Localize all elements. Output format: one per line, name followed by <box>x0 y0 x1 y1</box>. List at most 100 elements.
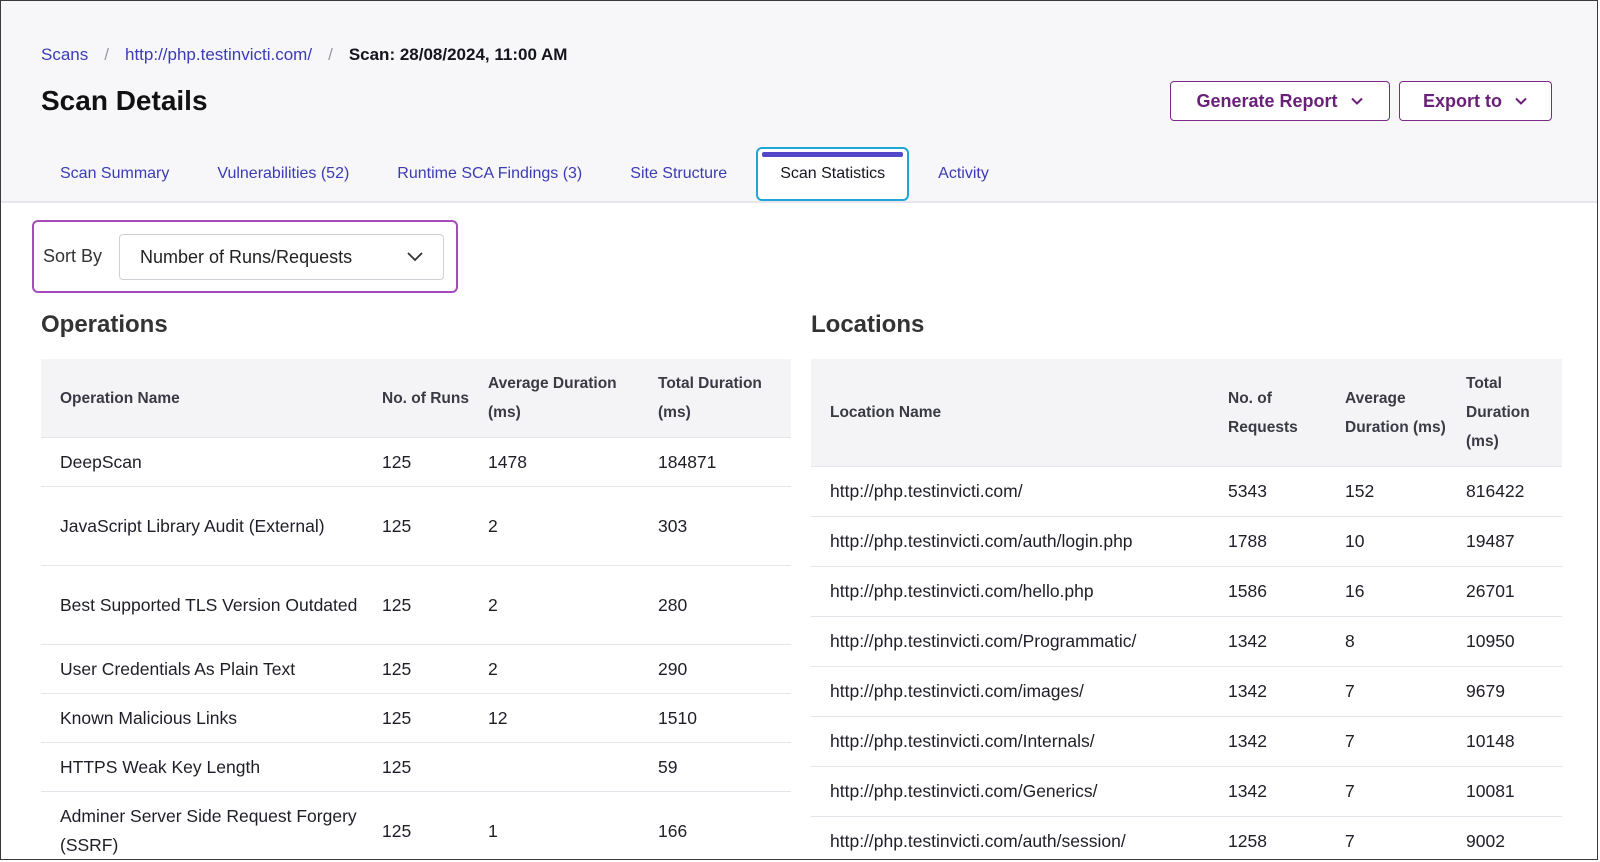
table-row: http://php.testinvicti.com/images/ 1342 … <box>811 666 1562 717</box>
operation-name-cell: HTTPS Weak Key Length <box>41 742 363 792</box>
tab-runtime-sca-findings[interactable]: Runtime SCA Findings (3) <box>378 147 601 201</box>
location-name-cell: http://php.testinvicti.com/ <box>811 466 1209 517</box>
total-duration-cell: 1510 <box>639 693 791 743</box>
chevron-down-icon <box>407 252 423 262</box>
breadcrumb-site-link[interactable]: http://php.testinvicti.com/ <box>125 45 312 65</box>
column-header[interactable]: Operation Name <box>41 359 363 438</box>
chevron-down-icon <box>1350 97 1363 105</box>
sort-by-value: Number of Runs/Requests <box>140 246 353 267</box>
table-row: JavaScript Library Audit (External) 125 … <box>41 486 791 566</box>
table-header-row: Operation Name No. of Runs Average Durat… <box>41 359 791 438</box>
generate-report-button[interactable]: Generate Report <box>1170 81 1390 121</box>
runs-cell: 125 <box>363 693 469 743</box>
total-duration-cell: 166 <box>639 791 791 859</box>
app-frame: Scans / http://php.testinvicti.com/ / Sc… <box>0 0 1598 860</box>
table-row: HTTPS Weak Key Length 125 59 <box>41 742 791 792</box>
operation-name-cell: DeepScan <box>41 437 363 487</box>
requests-cell: 1342 <box>1209 666 1326 717</box>
table-row: Known Malicious Links 125 12 1510 <box>41 693 791 743</box>
tab-bar: Scan Summary Vulnerabilities (52) Runtim… <box>41 147 1018 201</box>
sort-by-control: Sort By Number of Runs/Requests <box>32 220 458 293</box>
breadcrumb-separator: / <box>104 45 109 64</box>
total-duration-cell: 9002 <box>1447 816 1562 859</box>
table-row: http://php.testinvicti.com/ 5343 152 816… <box>811 466 1562 517</box>
requests-cell: 5343 <box>1209 466 1326 517</box>
avg-duration-cell <box>469 742 639 792</box>
breadcrumb: Scans / http://php.testinvicti.com/ / Sc… <box>41 45 567 65</box>
operation-name-cell: Known Malicious Links <box>41 693 363 743</box>
table-row: Adminer Server Side Request Forgery (SSR… <box>41 791 791 859</box>
avg-duration-cell: 16 <box>1326 566 1447 617</box>
operations-title: Operations <box>41 311 168 338</box>
locations-title: Locations <box>811 311 925 338</box>
sort-by-label: Sort By <box>43 246 103 266</box>
table-row: http://php.testinvicti.com/Internals/ 13… <box>811 716 1562 767</box>
tab-scan-summary[interactable]: Scan Summary <box>41 147 188 201</box>
column-header[interactable]: Location Name <box>811 359 1209 467</box>
export-to-label: Export to <box>1423 90 1502 111</box>
operation-name-cell: User Credentials As Plain Text <box>41 644 363 694</box>
runs-cell: 125 <box>363 791 469 859</box>
table-row: http://php.testinvicti.com/auth/session/… <box>811 816 1562 859</box>
operation-name-cell: Best Supported TLS Version Outdated <box>41 565 363 645</box>
location-name-cell: http://php.testinvicti.com/auth/login.ph… <box>811 516 1209 567</box>
column-header[interactable]: Total Duration (ms) <box>1447 359 1562 467</box>
location-name-cell: http://php.testinvicti.com/Internals/ <box>811 716 1209 767</box>
column-header[interactable]: Total Duration (ms) <box>639 359 791 438</box>
location-name-cell: http://php.testinvicti.com/auth/session/ <box>811 816 1209 859</box>
requests-cell: 1586 <box>1209 566 1326 617</box>
breadcrumb-current: Scan: 28/08/2024, 11:00 AM <box>348 45 568 64</box>
avg-duration-cell: 1478 <box>469 437 639 487</box>
location-name-cell: http://php.testinvicti.com/hello.php <box>811 566 1209 617</box>
generate-report-label: Generate Report <box>1196 90 1338 111</box>
location-name-cell: http://php.testinvicti.com/Programmatic/ <box>811 616 1209 667</box>
avg-duration-cell: 2 <box>469 486 639 566</box>
tab-scan-statistics[interactable]: Scan Statistics <box>756 147 910 201</box>
runs-cell: 125 <box>363 486 469 566</box>
breadcrumb-scans-link[interactable]: Scans <box>41 45 88 65</box>
sort-by-select[interactable]: Number of Runs/Requests <box>119 234 444 280</box>
operation-name-cell: JavaScript Library Audit (External) <box>41 486 363 566</box>
requests-cell: 1342 <box>1209 716 1326 767</box>
avg-duration-cell: 7 <box>1326 816 1447 859</box>
avg-duration-cell: 7 <box>1326 716 1447 767</box>
location-name-cell: http://php.testinvicti.com/Generics/ <box>811 766 1209 817</box>
total-duration-cell: 816422 <box>1447 466 1562 517</box>
runs-cell: 125 <box>363 644 469 694</box>
total-duration-cell: 10950 <box>1447 616 1562 667</box>
column-header[interactable]: No. of Runs <box>363 359 469 438</box>
tab-activity[interactable]: Activity <box>919 147 1008 201</box>
export-to-button[interactable]: Export to <box>1399 81 1552 121</box>
avg-duration-cell: 2 <box>469 644 639 694</box>
total-duration-cell: 184871 <box>639 437 791 487</box>
column-header[interactable]: Average Duration (ms) <box>1326 359 1447 467</box>
total-duration-cell: 19487 <box>1447 516 1562 567</box>
breadcrumb-separator: / <box>328 45 333 64</box>
requests-cell: 1342 <box>1209 616 1326 667</box>
requests-cell: 1788 <box>1209 516 1326 567</box>
runs-cell: 125 <box>363 565 469 645</box>
location-name-cell: http://php.testinvicti.com/images/ <box>811 666 1209 717</box>
table-row: Best Supported TLS Version Outdated 125 … <box>41 565 791 645</box>
avg-duration-cell: 152 <box>1326 466 1447 517</box>
table-row: User Credentials As Plain Text 125 2 290 <box>41 644 791 694</box>
page-title: Scan Details <box>41 85 208 116</box>
runs-cell: 125 <box>363 742 469 792</box>
avg-duration-cell: 7 <box>1326 666 1447 717</box>
avg-duration-cell: 1 <box>469 791 639 859</box>
operation-name-cell: Adminer Server Side Request Forgery (SSR… <box>41 791 363 859</box>
column-header[interactable]: No. of Requests <box>1209 359 1326 467</box>
table-row: DeepScan 125 1478 184871 <box>41 437 791 487</box>
avg-duration-cell: 7 <box>1326 766 1447 817</box>
chevron-down-icon <box>1515 97 1527 105</box>
tab-site-structure[interactable]: Site Structure <box>611 147 746 201</box>
table-row: http://php.testinvicti.com/hello.php 158… <box>811 566 1562 617</box>
avg-duration-cell: 10 <box>1326 516 1447 567</box>
tab-vulnerabilities[interactable]: Vulnerabilities (52) <box>198 147 368 201</box>
table-header-row: Location Name No. of Requests Average Du… <box>811 359 1562 467</box>
column-header[interactable]: Average Duration (ms) <box>469 359 639 438</box>
total-duration-cell: 59 <box>639 742 791 792</box>
avg-duration-cell: 12 <box>469 693 639 743</box>
table-row: http://php.testinvicti.com/Programmatic/… <box>811 616 1562 667</box>
total-duration-cell: 26701 <box>1447 566 1562 617</box>
